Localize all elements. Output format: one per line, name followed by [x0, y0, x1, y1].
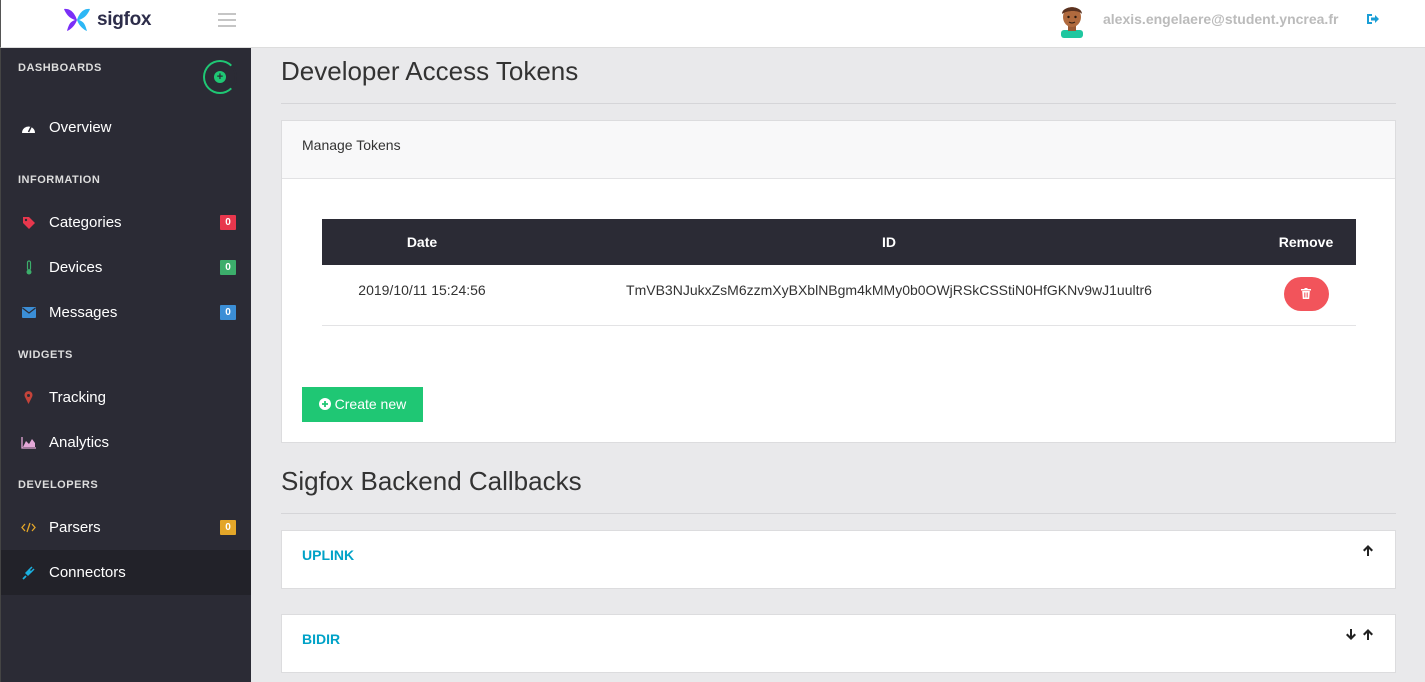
column-header-id: ID — [522, 219, 1256, 265]
sidebar-item-label: Devices — [49, 259, 103, 276]
section-developers: DEVELOPERS — [18, 479, 99, 491]
sidebar-item-categories[interactable]: Categories 0 — [1, 200, 251, 245]
column-header-date: Date — [322, 219, 522, 265]
top-bar: sigfox alexis.engelaere@student.yncrea.f… — [0, 0, 1425, 48]
count-badge: 0 — [220, 215, 236, 230]
divider — [281, 103, 1396, 104]
sidebar-item-devices[interactable]: Devices 0 — [1, 245, 251, 290]
trash-icon — [1301, 288, 1311, 299]
count-badge: 0 — [220, 520, 236, 535]
code-icon — [21, 520, 36, 535]
page-title: Developer Access Tokens — [281, 56, 579, 86]
brand-logo[interactable]: sigfox — [61, 6, 151, 34]
sidebar-item-label: Analytics — [49, 434, 110, 451]
sidebar-item-analytics[interactable]: Analytics — [1, 420, 251, 465]
logout-icon[interactable] — [1366, 12, 1380, 26]
column-header-remove: Remove — [1256, 219, 1356, 265]
tokens-table: Date ID Remove 2019/10/11 15:24:56 TmVB3… — [322, 219, 1356, 326]
sidebar: DASHBOARDS + Overview INFORMATION Catego… — [0, 48, 251, 682]
token-id: TmVB3NJukxZsM6zzmXyBXblNBgm4kMMy0b0OWjRS… — [522, 265, 1256, 326]
table-row: 2019/10/11 15:24:56 TmVB3NJukxZsM6zzmXyB… — [322, 265, 1356, 326]
section-widgets: WIDGETS — [18, 349, 73, 361]
create-token-button[interactable]: Create new — [302, 387, 423, 422]
sidebar-item-label: Overview — [49, 119, 112, 136]
dashboard-icon — [21, 120, 36, 135]
divider — [281, 513, 1396, 514]
arrow-down-icon[interactable] — [1345, 628, 1357, 644]
user-avatar[interactable] — [1055, 2, 1089, 38]
sidebar-item-label: Parsers — [49, 519, 101, 536]
sidebar-item-label: Connectors — [49, 564, 126, 581]
count-badge: 0 — [220, 260, 236, 275]
sidebar-item-messages[interactable]: Messages 0 — [1, 290, 251, 335]
sigfox-butterfly-icon — [64, 8, 90, 31]
section-dashboards: DASHBOARDS — [18, 62, 102, 74]
sidebar-item-label: Tracking — [49, 389, 106, 406]
section-information: INFORMATION — [18, 174, 101, 186]
plus-circle-icon: + — [214, 71, 226, 83]
plug-icon — [21, 565, 36, 580]
callback-panel-uplink: UPLINK — [281, 530, 1396, 589]
panel-heading: Manage Tokens — [282, 121, 1395, 179]
sidebar-item-overview[interactable]: Overview — [1, 105, 251, 150]
area-chart-icon — [21, 435, 36, 450]
callback-panel-bidir: BIDIR — [281, 614, 1396, 673]
callback-title-bidir[interactable]: BIDIR — [302, 631, 340, 647]
plus-circle-icon — [318, 398, 331, 410]
token-date: 2019/10/11 15:24:56 — [322, 265, 522, 326]
envelope-icon — [21, 305, 36, 320]
tag-icon — [21, 215, 36, 230]
table-header-row: Date ID Remove — [322, 219, 1356, 265]
menu-toggle-icon[interactable] — [218, 13, 236, 27]
callback-title-uplink[interactable]: UPLINK — [302, 547, 354, 563]
sidebar-item-connectors[interactable]: Connectors — [1, 550, 251, 595]
brand-name: sigfox — [97, 9, 152, 30]
sidebar-item-tracking[interactable]: Tracking — [1, 375, 251, 420]
user-email: alexis.engelaere@student.yncrea.fr — [1103, 11, 1339, 27]
create-button-label: Create new — [334, 396, 407, 412]
add-dashboard-button[interactable]: + — [203, 60, 237, 94]
count-badge: 0 — [220, 305, 236, 320]
map-marker-icon — [21, 390, 36, 405]
sidebar-item-label: Messages — [49, 304, 118, 321]
sidebar-item-parsers[interactable]: Parsers 0 — [1, 505, 251, 550]
arrow-up-icon[interactable] — [1362, 628, 1374, 644]
arrow-up-icon[interactable] — [1362, 544, 1374, 560]
remove-cell — [1256, 265, 1356, 326]
sidebar-item-label: Categories — [49, 214, 122, 231]
remove-token-button[interactable] — [1283, 277, 1329, 311]
section-title-callbacks: Sigfox Backend Callbacks — [281, 466, 582, 496]
tokens-panel: Manage Tokens Date ID Remove 2019/10/11 … — [281, 120, 1396, 443]
thermometer-icon — [21, 260, 36, 275]
